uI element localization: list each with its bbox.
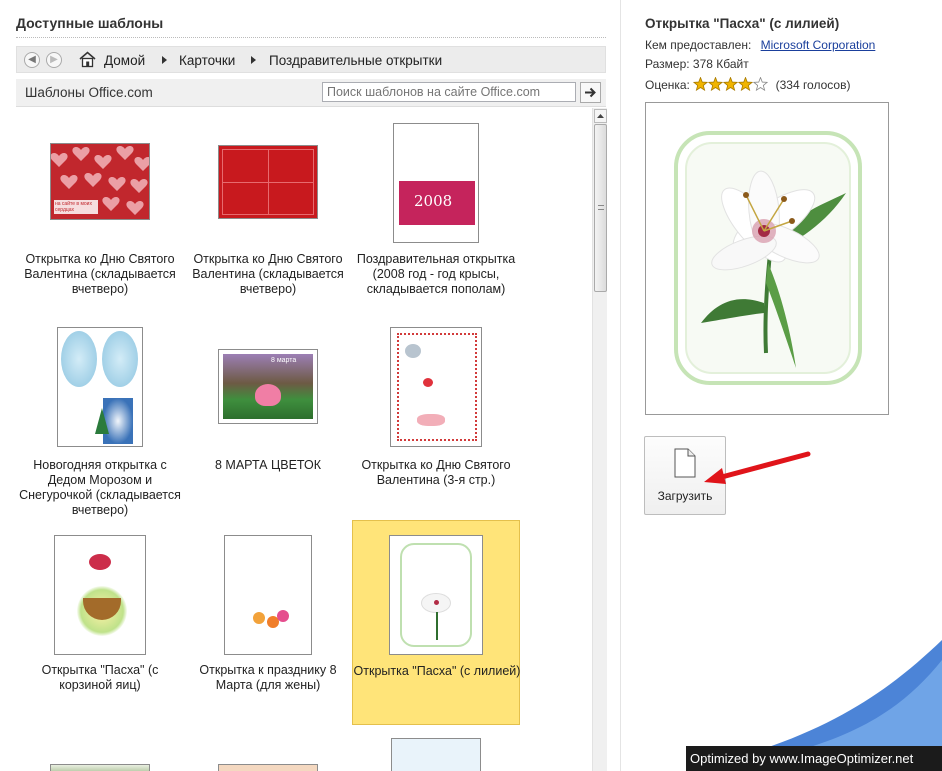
document-icon [674, 448, 696, 478]
template-thumbnail [390, 327, 482, 447]
votes-count: (334 голосов) [775, 78, 851, 92]
office-com-search-bar: Шаблоны Office.com [16, 79, 606, 107]
breadcrumb-cards[interactable]: Карточки [179, 53, 235, 68]
section-title: Доступные шаблоны [16, 15, 164, 31]
template-caption: Открытка к празднику 8 Марта (для жены) [199, 663, 337, 692]
size-label: Размер: 378 Кбайт [645, 57, 749, 71]
star-filled-icon [738, 76, 754, 92]
provider-row: Кем предоставлен: Microsoft Corporation [645, 38, 875, 52]
template-thumbnail [391, 738, 481, 771]
chevron-up-icon [597, 114, 604, 118]
gallery-scrollbar[interactable] [592, 108, 607, 771]
template-thumbnail: 8 марта [218, 349, 318, 424]
watermark-swoosh [760, 640, 942, 750]
breadcrumb-bar: ◀ ▶ Домой Карточки Поздравительные откры… [16, 46, 606, 73]
source-label: Шаблоны Office.com [25, 85, 153, 100]
breadcrumb-greeting-cards[interactable]: Поздравительные открытки [269, 53, 442, 68]
template-caption: Открытка "Пасха" (с корзиной яиц) [41, 663, 159, 692]
template-caption: Открытка "Пасха" (с лилией) [353, 664, 521, 678]
template-thumbnail [50, 764, 150, 771]
template-tile[interactable]: Открытка ко Дню Святого Валентина (3-я с… [352, 314, 520, 519]
star-filled-icon [693, 76, 709, 92]
template-title: Открытка "Пасха" (с лилией) [645, 16, 840, 31]
template-caption: 8 МАРТА ЦВЕТОК [215, 458, 321, 472]
back-arrow-icon[interactable]: ◀ [24, 52, 40, 68]
template-tile[interactable]: на сайте в моих сердцах Открытка ко Дню … [16, 108, 184, 313]
star-filled-icon [708, 76, 724, 92]
title-divider [16, 37, 606, 38]
template-tile[interactable]: Новогодняя открытка с Дедом Морозом и Сн… [16, 314, 184, 519]
provider-link[interactable]: Microsoft Corporation [761, 38, 876, 52]
template-thumbnail [389, 535, 483, 655]
template-gallery: на сайте в моих сердцах Открытка ко Дню … [16, 108, 592, 771]
template-tile[interactable]: Открытка "Пасха" (с корзиной яиц) [16, 520, 184, 725]
rating-row: Оценка: (334 голосов) [645, 76, 851, 94]
rating-label: Оценка: [645, 78, 690, 92]
template-thumbnail [57, 327, 143, 447]
lily-preview-image [674, 131, 862, 385]
thumbnail-year-text: 2008 [414, 192, 453, 210]
template-tile[interactable]: Открытка ко Дню Святого Валентина (склад… [184, 108, 352, 313]
scroll-up-button[interactable] [594, 109, 607, 123]
thumbnail-caption-text: на сайте в моих сердцах [55, 201, 92, 213]
template-thumbnail: 2008 [393, 123, 479, 243]
template-caption: Открытка ко Дню Святого Валентина (3-я с… [361, 458, 511, 487]
template-tile[interactable]: 8 марта 8 МАРТА ЦВЕТОК [184, 314, 352, 519]
template-thumbnail: на сайте в моих сердцах [50, 143, 150, 220]
available-templates-pane: Доступные шаблоны ◀ ▶ Домой Карточки Поз… [0, 0, 620, 771]
search-box[interactable] [322, 82, 576, 102]
forward-arrow-icon[interactable]: ▶ [46, 52, 62, 68]
template-tile[interactable]: Открытка к празднику 8 Марта (для жены) [184, 520, 352, 725]
home-icon[interactable] [79, 51, 96, 68]
scrollbar-thumb[interactable] [594, 124, 607, 292]
template-thumbnail [218, 145, 318, 219]
template-gallery-window: Доступные шаблоны ◀ ▶ Домой Карточки Поз… [0, 0, 942, 771]
breadcrumb-home[interactable]: Домой [104, 53, 145, 68]
thumbnail-title-text: 8 марта [271, 357, 297, 364]
template-caption: Открытка ко Дню Святого Валентина (склад… [192, 252, 344, 296]
star-empty-icon [753, 76, 769, 92]
search-input[interactable] [323, 83, 575, 101]
template-caption: Открытка ко Дню Святого Валентина (склад… [24, 252, 176, 296]
template-tile[interactable] [16, 726, 184, 771]
template-thumbnail [218, 764, 318, 771]
provider-label: Кем предоставлен: [645, 38, 752, 52]
template-tile[interactable] [352, 726, 520, 771]
watermark-text: Optimized by www.ImageOptimizer.net [686, 746, 942, 771]
search-go-button[interactable] [580, 82, 601, 103]
template-caption: Поздравительная открытка (2008 год - год… [356, 252, 516, 296]
rating-stars [693, 76, 769, 94]
star-filled-icon [723, 76, 739, 92]
template-tile[interactable] [184, 726, 352, 771]
template-thumbnail [224, 535, 312, 655]
red-arrow-annotation [704, 451, 811, 484]
template-caption: Новогодняя открытка с Дедом Морозом и Сн… [19, 458, 181, 517]
template-tile-selected[interactable]: Открытка "Пасха" (с лилией) [352, 520, 520, 725]
breadcrumb-chevron-icon[interactable] [251, 56, 256, 64]
breadcrumb-chevron-icon[interactable] [162, 56, 167, 64]
template-tile[interactable]: 2008 Поздравительная открытка (2008 год … [352, 108, 520, 313]
download-label: Загрузить [657, 489, 713, 503]
template-thumbnail [54, 535, 146, 655]
arrow-right-icon [585, 87, 596, 98]
template-preview [645, 102, 889, 415]
